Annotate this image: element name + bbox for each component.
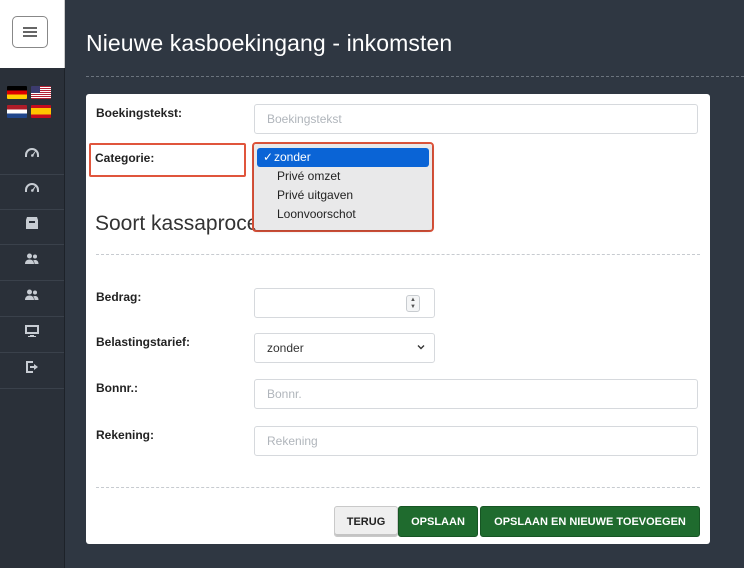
- account-input[interactable]: [254, 426, 698, 456]
- section-divider: [96, 254, 700, 255]
- hamburger-icon: [23, 31, 37, 33]
- tax-rate-value: zonder: [267, 341, 304, 355]
- booking-text-input[interactable]: [254, 104, 698, 134]
- amount-label: Bedrag:: [96, 290, 142, 304]
- receipt-no-input[interactable]: [254, 379, 698, 409]
- hamburger-icon: [23, 35, 37, 37]
- category-label: Categorie:: [95, 151, 155, 165]
- chevron-down-icon: [417, 345, 425, 350]
- gauge-icon: [25, 182, 39, 192]
- amount-input[interactable]: ▲ ▼: [254, 288, 435, 318]
- hamburger-icon: [23, 27, 37, 29]
- account-label: Rekening:: [96, 428, 155, 442]
- logout-icon: [26, 360, 38, 373]
- chevron-up-icon: ▲: [410, 296, 416, 303]
- save-and-add-new-button[interactable]: OPSLAAN EN NIEUWE TOEVOEGEN: [480, 506, 700, 537]
- users-icon: [25, 289, 39, 300]
- save-button[interactable]: OPSLAAN: [398, 506, 478, 537]
- users-icon: [25, 253, 39, 264]
- sidebar-item-logout[interactable]: [0, 345, 64, 389]
- tax-rate-label: Belastingstarief:: [96, 335, 191, 349]
- sidebar: [0, 0, 65, 568]
- language-flags: [7, 84, 55, 120]
- hamburger-menu-button[interactable]: [12, 16, 48, 48]
- gauge-icon: [25, 147, 39, 157]
- option-label: zonder: [274, 150, 311, 164]
- category-dropdown[interactable]: ✓ zonder Privé omzet Privé uitgaven Loon…: [254, 144, 432, 230]
- tax-rate-select[interactable]: zonder: [254, 333, 435, 363]
- category-option-zonder[interactable]: ✓ zonder: [257, 148, 429, 167]
- menu-box: [0, 0, 65, 68]
- amount-stepper[interactable]: ▲ ▼: [406, 295, 420, 312]
- flag-spanish-icon[interactable]: [31, 105, 51, 118]
- back-button[interactable]: TERUG: [334, 506, 398, 537]
- page-title: Nieuwe kasboekingang - inkomsten: [86, 30, 453, 56]
- monitor-icon: [25, 324, 39, 337]
- receipt-no-label: Bonnr.:: [96, 381, 138, 395]
- flag-dutch-icon[interactable]: [7, 105, 27, 118]
- booking-text-label: Boekingstekst:: [96, 106, 183, 120]
- option-label: Privé omzet: [277, 169, 341, 183]
- header-divider: [86, 76, 744, 77]
- section-title: Soort kassaproce: [95, 212, 259, 235]
- category-option-prive-omzet[interactable]: Privé omzet: [257, 167, 429, 186]
- archive-box-icon: [26, 216, 38, 229]
- option-label: Privé uitgaven: [277, 188, 354, 202]
- checkmark-icon: ✓: [263, 150, 274, 164]
- flag-german-icon[interactable]: [7, 86, 27, 99]
- flag-us-icon[interactable]: [31, 86, 51, 99]
- category-option-loonvoorschot[interactable]: Loonvoorschot: [257, 205, 429, 224]
- category-option-prive-uitgaven[interactable]: Privé uitgaven: [257, 186, 429, 205]
- form-card: Boekingstekst: Categorie: Soort kassapro…: [86, 94, 710, 544]
- option-label: Loonvoorschot: [277, 207, 356, 221]
- form-footer-divider: [96, 487, 700, 488]
- chevron-down-icon: ▼: [410, 303, 416, 310]
